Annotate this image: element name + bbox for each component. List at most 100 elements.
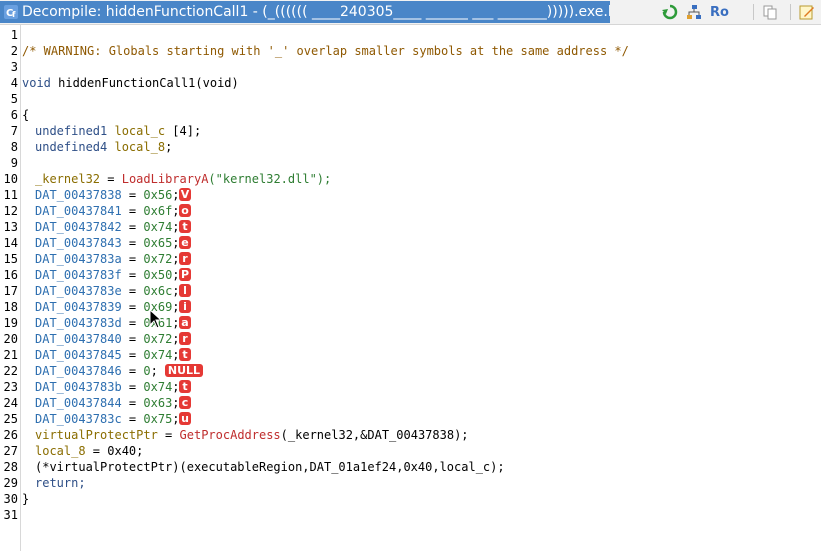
decompiler-view[interactable]: 1 2 /* WARNING: Globals starting with '_'… [0, 25, 821, 551]
mouse-cursor-icon [149, 309, 163, 329]
constant-value[interactable]: 0x74 [143, 220, 172, 234]
global-variable[interactable]: DAT_00437842 [35, 220, 122, 234]
operator: = [121, 412, 144, 426]
global-variable[interactable]: DAT_00437839 [35, 300, 122, 314]
operator: = [121, 188, 144, 202]
operator: = [121, 252, 144, 266]
line-number: 11 [3, 188, 18, 202]
decoded-char-annotation: NULL [165, 364, 203, 377]
line-number: 19 [3, 316, 18, 330]
decoded-char-annotation: u [179, 412, 191, 425]
line-number: 20 [3, 332, 18, 346]
line-number: 5 [10, 92, 18, 106]
decoded-char-annotation: l [179, 284, 191, 297]
line-number: 9 [10, 156, 18, 170]
constant-value[interactable]: 0x6f [143, 204, 172, 218]
global-variable[interactable]: DAT_00437838 [35, 188, 122, 202]
decompile-tab[interactable]: C f Decompile: hiddenFunctionCall1 - (_(… [0, 1, 610, 23]
line-number: 23 [3, 380, 18, 394]
operator: = [121, 300, 144, 314]
global-variable[interactable]: DAT_0043783f [35, 268, 122, 282]
line-number: 29 [3, 476, 18, 490]
local-variable[interactable]: local_8 [114, 140, 165, 154]
line-number: 7 [10, 124, 18, 138]
line-number: 15 [3, 252, 18, 266]
constant-value[interactable]: 0x63 [143, 396, 172, 410]
global-variable[interactable]: DAT_00437846 [35, 364, 122, 378]
line-number: 26 [3, 428, 18, 442]
global-variable[interactable]: DAT_0043783e [35, 284, 122, 298]
constant-value[interactable]: 0x56 [143, 188, 172, 202]
constant-value[interactable]: 0x6c [143, 284, 172, 298]
refresh-icon[interactable] [660, 2, 680, 22]
line-number: 30 [3, 492, 18, 506]
warning-comment: /* WARNING: Globals starting with '_' ov… [22, 44, 629, 58]
global-variable[interactable]: DAT_0043783b [35, 380, 122, 394]
line-number: 31 [3, 508, 18, 522]
decoded-char-annotation: e [179, 236, 191, 249]
operator: = [121, 284, 144, 298]
param-list: (void) [195, 76, 239, 90]
line-number: 25 [3, 412, 18, 426]
return-statement: return; [35, 476, 86, 490]
decompile-icon: C f [0, 1, 22, 23]
decoded-char-annotation: r [179, 332, 191, 345]
operator: = [121, 332, 144, 346]
function-call[interactable]: LoadLibraryA [122, 172, 209, 186]
global-variable[interactable]: DAT_00437843 [35, 236, 122, 250]
type-name[interactable]: undefined1 [35, 124, 114, 138]
decoded-char-annotation: t [179, 380, 191, 393]
decoded-char-annotation: o [179, 204, 191, 217]
line-number: 4 [10, 76, 18, 90]
line-number: 28 [3, 460, 18, 474]
read-only-toggle[interactable]: Ro [710, 5, 729, 20]
line-number: 12 [3, 204, 18, 218]
operator: = [121, 380, 144, 394]
function-name[interactable]: hiddenFunctionCall1 [58, 76, 195, 90]
operator: = [100, 172, 122, 186]
constant-value[interactable]: 0x50 [143, 268, 172, 282]
decoded-char-annotation: P [179, 268, 191, 281]
operator: = [121, 204, 144, 218]
global-variable[interactable]: DAT_00437841 [35, 204, 122, 218]
operator: = [121, 364, 144, 378]
global-variable[interactable]: DAT_00437844 [35, 396, 122, 410]
line-number: 14 [3, 236, 18, 250]
line-number: 3 [10, 60, 18, 74]
graph-icon[interactable] [684, 2, 704, 22]
global-variable[interactable]: _kernel32 [35, 172, 100, 186]
type-name[interactable]: undefined4 [35, 140, 114, 154]
indirect-call-statement: (*virtualProtectPtr)(executableRegion,DA… [35, 460, 505, 474]
local-variable[interactable]: local_c [114, 124, 165, 138]
global-variable[interactable]: DAT_00437840 [35, 332, 122, 346]
global-variable[interactable]: virtualProtectPtr [35, 428, 158, 442]
global-variable[interactable]: DAT_0043783a [35, 252, 122, 266]
statement-end: ; [150, 364, 158, 378]
window-title: Decompile: hiddenFunctionCall1 - (_(((((… [22, 4, 610, 20]
decoded-char-annotation: V [179, 188, 191, 201]
call-args: ("kernel32.dll"); [208, 172, 332, 186]
decl-suffix: ; [165, 140, 173, 154]
global-variable[interactable]: DAT_00437845 [35, 348, 122, 362]
decoded-char-annotation: t [179, 220, 191, 233]
global-variable[interactable]: DAT_0043783d [35, 316, 122, 330]
constant-value[interactable]: 0 [143, 364, 150, 378]
decoded-char-annotation: t [179, 348, 191, 361]
decl-suffix: [4]; [165, 124, 202, 138]
function-call[interactable]: GetProcAddress [180, 428, 281, 442]
line-number: 1 [10, 28, 18, 42]
global-variable[interactable]: DAT_0043783c [35, 412, 122, 426]
decoded-char-annotation: i [179, 300, 191, 313]
edit-icon[interactable] [797, 2, 817, 22]
constant-value[interactable]: 0x74 [143, 348, 172, 362]
constant-value[interactable]: 0x72 [143, 252, 172, 266]
local-variable[interactable]: local_8 [35, 444, 86, 458]
constant-value[interactable]: 0x72 [143, 332, 172, 346]
line-number: 6 [10, 108, 18, 122]
line-number: 17 [3, 284, 18, 298]
toolbar-separator [753, 4, 754, 20]
constant-value[interactable]: 0x75 [143, 412, 172, 426]
constant-value[interactable]: 0x74 [143, 380, 172, 394]
constant-value[interactable]: 0x65 [143, 236, 172, 250]
copy-icon[interactable] [760, 2, 780, 22]
